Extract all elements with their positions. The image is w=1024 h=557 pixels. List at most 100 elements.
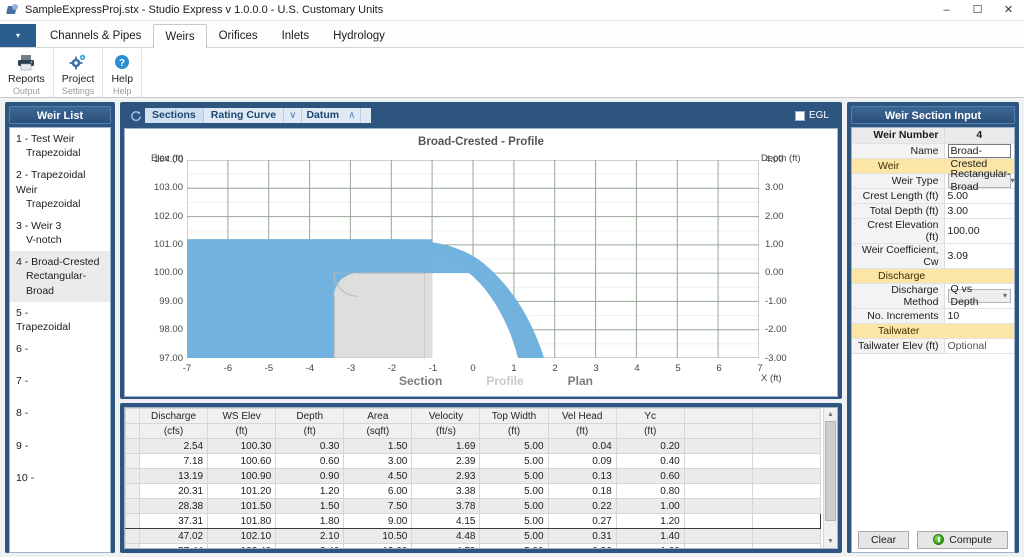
discharge-method-select[interactable]: Q vs Depth ▾ <box>948 289 1012 303</box>
view-mode-profile[interactable]: Profile <box>486 374 523 388</box>
weir-list-item-9[interactable]: 9 - <box>10 425 110 457</box>
cell-top-width[interactable]: 5.00 <box>480 454 548 469</box>
weir-list-item-5[interactable]: 5 - Trapezoidal <box>10 302 110 338</box>
cell-vel-head[interactable]: 0.09 <box>548 454 616 469</box>
table-row[interactable]: 20.31 101.20 1.20 6.00 3.38 5.00 0.18 0.… <box>126 484 821 499</box>
cell-top-width[interactable]: 5.00 <box>480 469 548 484</box>
cell-blank-2[interactable] <box>752 439 820 454</box>
cell-velocity[interactable]: 4.15 <box>412 514 480 529</box>
cell-top-width[interactable]: 5.00 <box>480 529 548 544</box>
table-row[interactable]: 57.44 102.40 2.40 12.00 4.79 5.00 0.36 1… <box>126 544 821 550</box>
table-vertical-scrollbar[interactable]: ▲ ▼ <box>823 408 837 548</box>
cell-blank-1[interactable] <box>684 544 752 550</box>
table-row[interactable]: 7.18 100.60 0.60 3.00 2.39 5.00 0.09 0.4… <box>126 454 821 469</box>
cell-blank-2[interactable] <box>752 514 820 529</box>
column-header-discharge[interactable]: Discharge <box>140 409 208 424</box>
cell-ws-elev[interactable]: 101.50 <box>208 499 276 514</box>
weir-list-item-2[interactable]: 2 - Trapezoidal Weir Trapezoidal <box>10 164 110 215</box>
column-header-area[interactable]: Area <box>344 409 412 424</box>
column-header-depth[interactable]: Depth <box>276 409 344 424</box>
column-header-yc[interactable]: Yc <box>616 409 684 424</box>
cell-blank-1[interactable] <box>684 454 752 469</box>
cell-depth[interactable]: 0.90 <box>276 469 344 484</box>
cell-blank-2[interactable] <box>752 469 820 484</box>
scroll-up-arrow-icon[interactable]: ▲ <box>824 408 837 421</box>
cell-blank-1[interactable] <box>684 439 752 454</box>
section-header-discharge[interactable]: Discharge <box>852 268 1014 283</box>
cell-vel-head[interactable]: 0.18 <box>548 484 616 499</box>
row-gutter[interactable] <box>126 529 140 544</box>
cell-top-width[interactable]: 5.00 <box>480 544 548 550</box>
chart-tab-rating-curve[interactable]: Rating Curve <box>204 108 284 123</box>
tab-channels-and-pipes[interactable]: Channels & Pipes <box>38 24 153 47</box>
cell-depth[interactable]: 1.80 <box>276 514 344 529</box>
cell-velocity[interactable]: 2.93 <box>412 469 480 484</box>
cell-velocity[interactable]: 4.48 <box>412 529 480 544</box>
row-gutter[interactable] <box>126 544 140 550</box>
tab-inlets[interactable]: Inlets <box>270 24 322 47</box>
cell-vel-head[interactable]: 0.31 <box>548 529 616 544</box>
cell-ws-elev[interactable]: 100.90 <box>208 469 276 484</box>
weir-list-item-8[interactable]: 8 - <box>10 392 110 424</box>
cell-discharge[interactable]: 57.44 <box>140 544 208 550</box>
cell-yc[interactable]: 1.40 <box>616 529 684 544</box>
quick-access-toolbar-button[interactable]: ▾ <box>0 24 36 47</box>
cell-blank-2[interactable] <box>752 454 820 469</box>
section-header-tailwater[interactable]: Tailwater <box>852 323 1014 338</box>
cell-area[interactable]: 10.50 <box>344 529 412 544</box>
cell-depth[interactable]: 2.40 <box>276 544 344 550</box>
cell-ws-elev[interactable]: 102.40 <box>208 544 276 550</box>
scroll-down-arrow-icon[interactable]: ▼ <box>824 535 837 548</box>
weir-list-item-10[interactable]: 10 - <box>10 457 110 489</box>
view-mode-section[interactable]: Section <box>399 374 442 388</box>
close-button[interactable]: ✕ <box>993 0 1024 21</box>
cell-blank-2[interactable] <box>752 484 820 499</box>
reports-button[interactable]: Reports <box>2 50 51 86</box>
table-row-selected[interactable]: 37.31 101.80 1.80 9.00 4.15 5.00 0.27 1.… <box>126 514 821 529</box>
egl-checkbox[interactable]: EGL <box>795 110 835 121</box>
column-header-top-width[interactable]: Top Width <box>480 409 548 424</box>
total-depth-value[interactable]: 3.00 <box>944 203 1014 218</box>
weir-list-item-3[interactable]: 3 - Weir 3 V-notch <box>10 215 110 251</box>
minimize-button[interactable]: – <box>931 0 962 21</box>
chart-tab-sections[interactable]: Sections <box>145 108 204 123</box>
cell-yc[interactable]: 1.60 <box>616 544 684 550</box>
row-gutter[interactable] <box>126 484 140 499</box>
column-header-velocity[interactable]: Velocity <box>412 409 480 424</box>
clear-button[interactable]: Clear <box>858 531 909 549</box>
row-gutter[interactable] <box>126 499 140 514</box>
cell-vel-head[interactable]: 0.36 <box>548 544 616 550</box>
compute-button[interactable]: Compute <box>917 531 1008 549</box>
chevron-down-icon[interactable]: ∨ <box>284 108 302 123</box>
column-header-vel-head[interactable]: Vel Head <box>548 409 616 424</box>
cell-ws-elev[interactable]: 101.80 <box>208 514 276 529</box>
cell-yc[interactable]: 0.80 <box>616 484 684 499</box>
cell-depth[interactable]: 0.30 <box>276 439 344 454</box>
tab-hydrology[interactable]: Hydrology <box>321 24 397 47</box>
cell-area[interactable]: 9.00 <box>344 514 412 529</box>
row-gutter[interactable] <box>126 439 140 454</box>
egl-checkbox-box[interactable] <box>795 111 805 121</box>
table-row[interactable]: 13.19 100.90 0.90 4.50 2.93 5.00 0.13 0.… <box>126 469 821 484</box>
cell-ws-elev[interactable]: 100.30 <box>208 439 276 454</box>
cell-top-width[interactable]: 5.00 <box>480 499 548 514</box>
cell-vel-head[interactable]: 0.04 <box>548 439 616 454</box>
cell-depth[interactable]: 0.60 <box>276 454 344 469</box>
project-button[interactable]: Project <box>56 50 101 86</box>
name-input[interactable]: Broad-Crested <box>948 144 1012 158</box>
cell-velocity[interactable]: 1.69 <box>412 439 480 454</box>
cell-yc[interactable]: 0.40 <box>616 454 684 469</box>
cell-yc[interactable]: 1.00 <box>616 499 684 514</box>
view-mode-plan[interactable]: Plan <box>568 374 593 388</box>
cell-blank-1[interactable] <box>684 499 752 514</box>
cell-blank-1[interactable] <box>684 514 752 529</box>
cell-ws-elev[interactable]: 102.10 <box>208 529 276 544</box>
cell-top-width[interactable]: 5.00 <box>480 439 548 454</box>
cell-blank-2[interactable] <box>752 544 820 550</box>
tab-orifices[interactable]: Orifices <box>207 24 270 47</box>
cell-area[interactable]: 6.00 <box>344 484 412 499</box>
weir-list-item-4[interactable]: 4 - Broad-Crested Rectangular-Broad <box>10 251 110 302</box>
cell-yc[interactable]: 1.20 <box>616 514 684 529</box>
cell-depth[interactable]: 1.20 <box>276 484 344 499</box>
cell-vel-head[interactable]: 0.13 <box>548 469 616 484</box>
